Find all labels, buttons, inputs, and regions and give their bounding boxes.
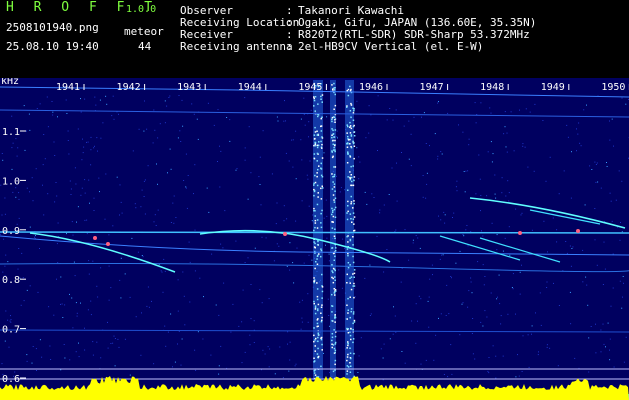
interference-bands [313,80,356,380]
freq-tick-label: 0.9 [2,226,20,237]
time-tick-label: 1946 [359,82,383,93]
time-tick-label: 1947 [420,82,444,93]
freq-tick-label: 1.0 [2,176,20,187]
freq-tick-label: 0.7 [2,325,20,336]
time-tick-label: 1944 [238,82,262,93]
time-tick-label: 1948 [480,82,504,93]
file-name: 2508101940.png [6,21,99,34]
meteor-count: 44 [138,40,152,53]
antenna-colon: : [286,40,293,53]
freq-tick-label: 1.1 [2,127,20,138]
timestamp: 25.08.10 19:40 [6,40,99,53]
freq-unit-label: kHz [1,78,19,87]
time-tick-label: 1943 [177,82,201,93]
antenna-label: Receiving antenna [180,40,293,53]
freq-tick-label: 0.6 [2,374,20,385]
meteor-label: meteor [124,25,164,38]
app-version: 1.0.0 [126,4,157,15]
spectrogram-plot: kHz 1941 1942 1943 1944 1945 1946 1947 1948 1949… [0,78,629,400]
time-tick-label: 1941 [56,82,80,93]
freq-tick-label: 0.8 [2,275,20,286]
time-tick-label: 1945 [298,82,322,93]
time-tick-label: 1949 [541,82,565,93]
time-tick-label: 1950 [601,82,625,93]
header-panel: H R O F F T 1.0.0 2508101940.png 25.08.1… [0,0,629,78]
time-tick-label: 1942 [117,82,141,93]
antenna-value: 2el-HB9CV Vertical (el. E-W) [298,40,484,53]
